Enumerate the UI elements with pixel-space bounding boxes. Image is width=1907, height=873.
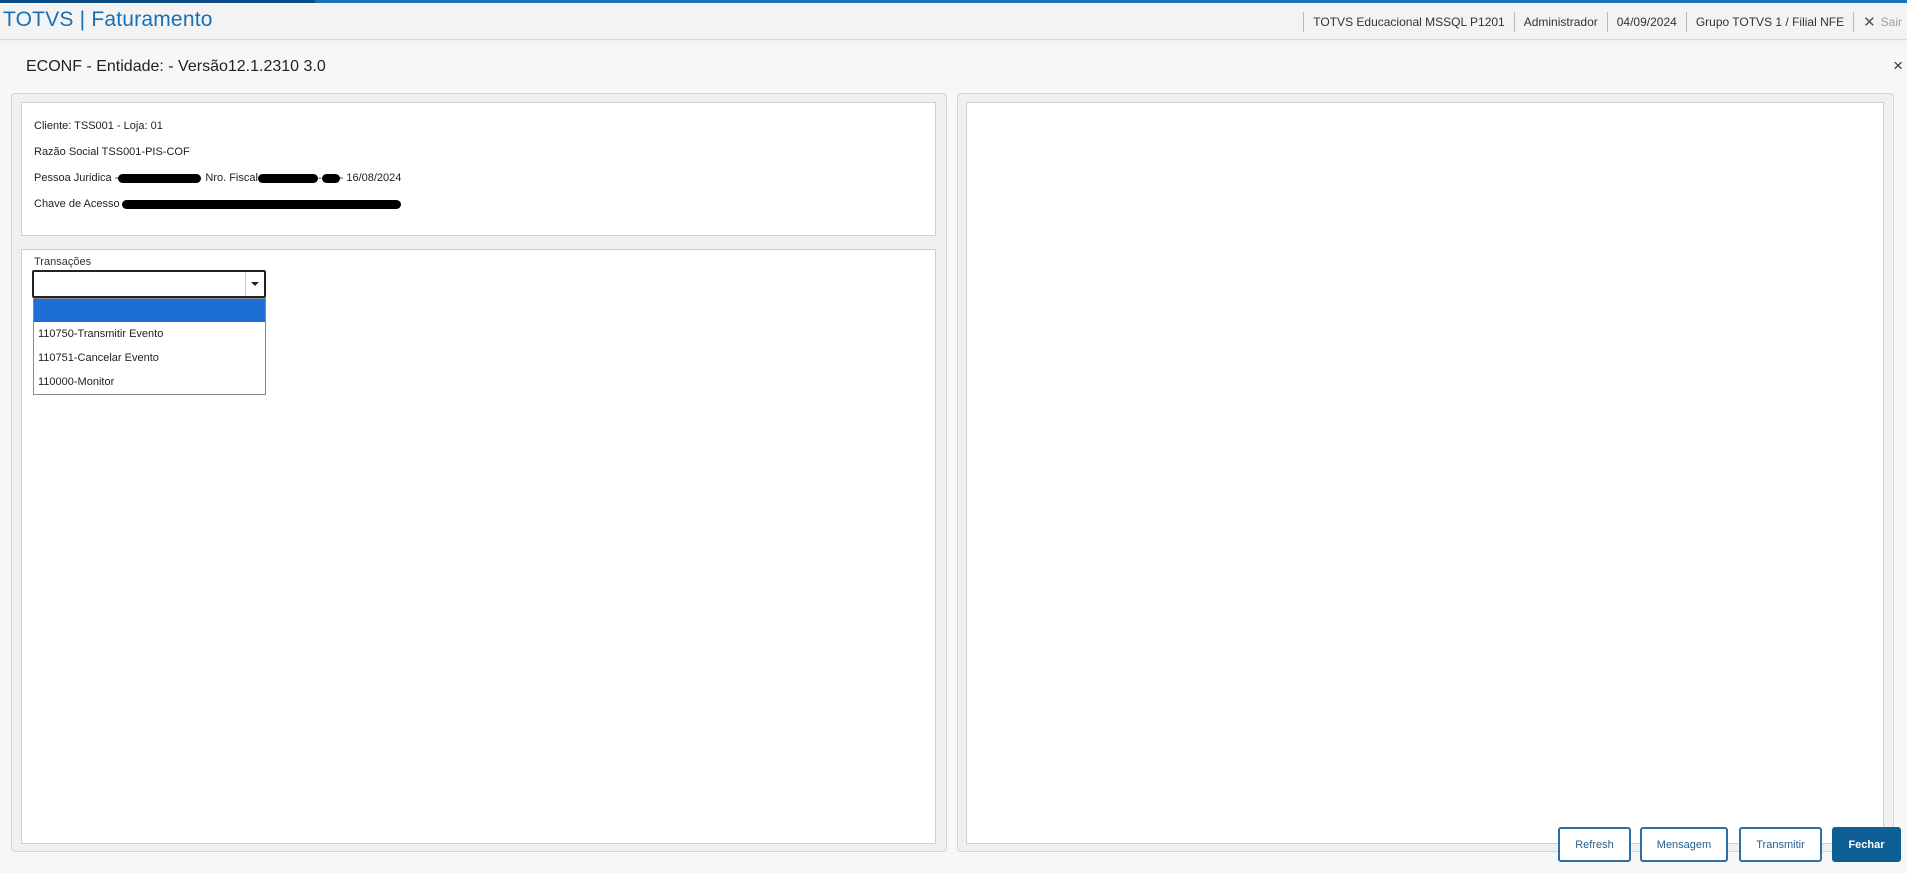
person-info: Pessoa Juridica - Nro. Fiscal - - 16/08/… [34,172,401,184]
user-label[interactable]: Administrador [1515,15,1607,29]
access-key-info: Chave de Acesso [34,198,401,210]
entity-info-box: Cliente: TSS001 - Loja: 01 Razão Social … [21,102,936,236]
dialog-title: ECONF - Entidade: - Versão12.1.2310 3.0 [26,58,326,75]
left-panel: Cliente: TSS001 - Loja: 01 Razão Social … [11,93,947,852]
close-icon: ✕ [1863,14,1876,31]
client-info: Cliente: TSS001 - Loja: 01 [34,120,163,132]
close-icon[interactable]: × [1893,56,1903,76]
access-key-label: Chave de Acesso [34,198,120,210]
result-box [966,102,1884,844]
redacted-series [321,173,340,183]
right-panel [957,93,1894,852]
environment-label[interactable]: TOTVS Educacional MSSQL P1201 [1304,15,1513,29]
person-prefix: Pessoa Juridica - [34,172,119,184]
transactions-dropdown-list: 110750-Transmitir Evento 110751-Cancelar… [33,298,266,395]
dropdown-option-empty[interactable] [34,299,265,322]
fiscal-label: Nro. Fiscal [205,172,258,184]
branch-label[interactable]: Grupo TOTVS 1 / Filial NFE [1687,15,1853,29]
message-button[interactable]: Mensagem [1640,827,1728,862]
header-bar: TOTVS | Faturamento TOTVS Educacional MS… [0,3,1907,40]
refresh-button[interactable]: Refresh [1558,827,1631,862]
logout-button[interactable]: ✕ Sair [1854,13,1907,31]
transactions-label: Transações [34,256,92,268]
company-info: Razão Social TSS001-PIS-COF [34,146,190,158]
redacted-access-key [121,199,401,209]
app-title: TOTVS | Faturamento [3,8,213,31]
transactions-box: Transações 110750-Transmitir Evento 1107… [21,249,936,844]
chevron-down-icon[interactable] [251,282,259,286]
dropdown-option-transmit-event[interactable]: 110750-Transmitir Evento [34,322,265,346]
dropdown-option-monitor[interactable]: 110000-Monitor [34,370,265,394]
header-info: TOTVS Educacional MSSQL P1201 Administra… [1303,11,1907,33]
econf-dialog: ECONF - Entidade: - Versão12.1.2310 3.0 … [0,45,1907,873]
close-button[interactable]: Fechar [1832,827,1901,862]
redacted-fiscal-number [257,173,318,183]
transmit-button[interactable]: Transmitir [1739,827,1822,862]
combobox-divider [245,272,246,296]
redacted-document [118,173,202,183]
fiscal-date: - 16/08/2024 [339,172,402,184]
transactions-combobox[interactable] [32,270,266,298]
logout-label: Sair [1880,15,1902,29]
date-label[interactable]: 04/09/2024 [1608,15,1686,29]
dropdown-option-cancel-event[interactable]: 110751-Cancelar Evento [34,346,265,370]
